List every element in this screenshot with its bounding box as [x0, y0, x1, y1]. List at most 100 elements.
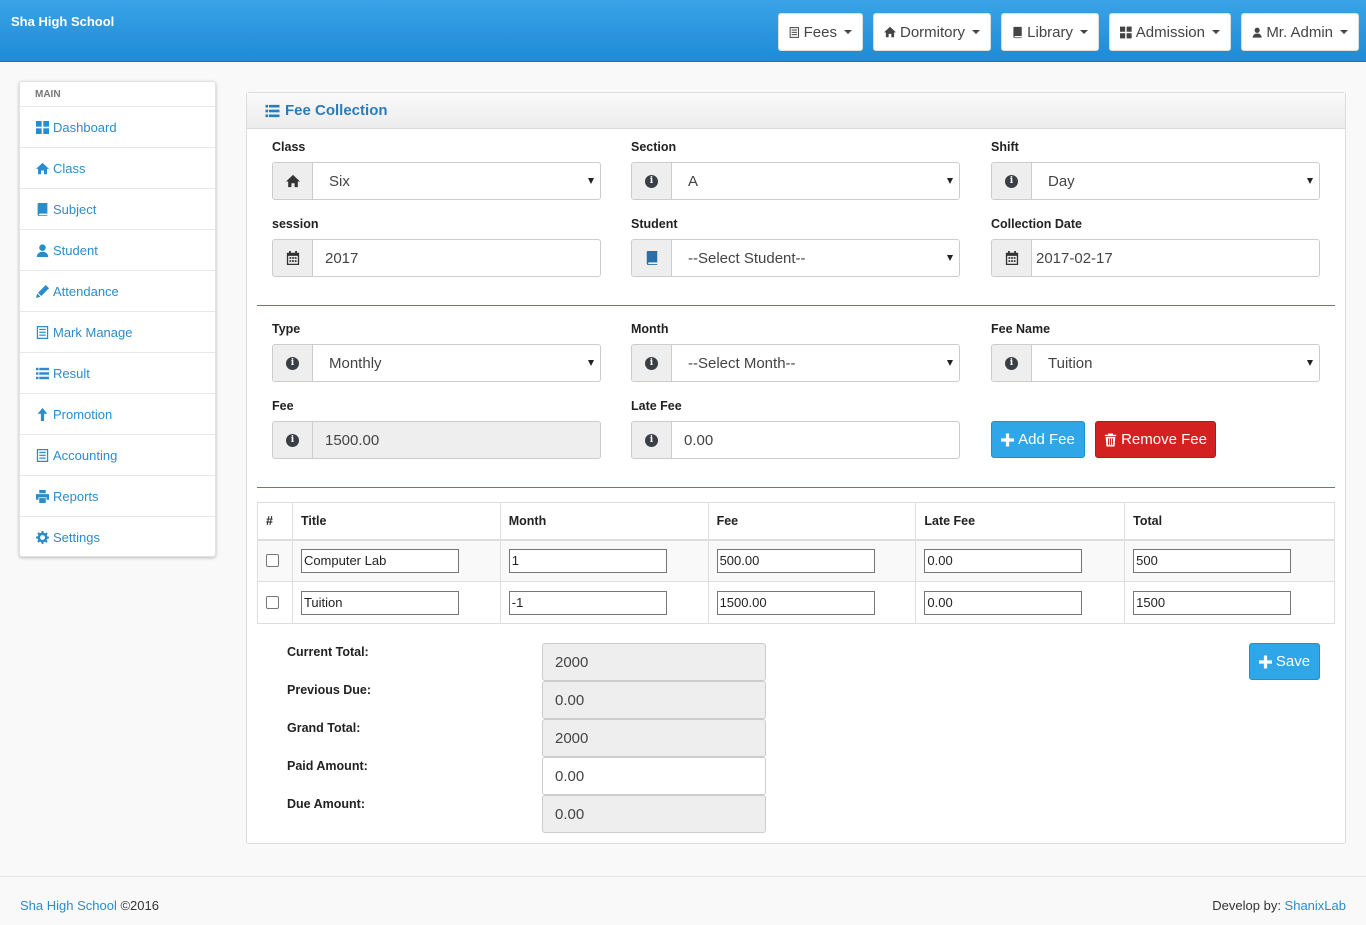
list-alt-icon [36, 326, 49, 339]
caret-down-icon [1212, 30, 1220, 34]
arrow-up-icon [36, 408, 49, 421]
current-total-field: 2000 [542, 643, 766, 681]
month-select[interactable]: i --Select Month-- [631, 344, 960, 382]
sidebar-item-promotion[interactable]: Promotion [20, 394, 215, 435]
section-select-value: A [672, 163, 959, 199]
collection-date-value: 2017-02-17 [1036, 249, 1113, 267]
class-select[interactable]: Six [272, 162, 601, 200]
section-select[interactable]: i A [631, 162, 960, 200]
fee-name-label: Fee Name [991, 322, 1051, 336]
sidebar-item-reports[interactable]: Reports [20, 476, 215, 517]
nav-user-button[interactable]: Mr. Admin [1241, 13, 1359, 51]
row-checkbox[interactable] [266, 596, 279, 609]
late-fee-input[interactable]: i 0.00 [631, 421, 960, 459]
sidebar-item-subject[interactable]: Subject [20, 189, 215, 230]
fee-name-select[interactable]: i Tuition [991, 344, 1320, 382]
print-icon [36, 490, 49, 503]
nav-dormitory-label: Dormitory [899, 23, 965, 41]
col-header: Title [291, 502, 501, 541]
footer-developer-link[interactable]: ShanixLab [1285, 898, 1346, 913]
sidebar-item-settings[interactable]: Settings [20, 517, 215, 558]
type-label: Type [272, 322, 301, 336]
col-header: # [257, 502, 293, 541]
session-input-value: 2017 [325, 249, 359, 267]
add-fee-button[interactable]: Add Fee [991, 421, 1085, 458]
row-month-input[interactable]: -1 [508, 590, 667, 615]
collection-date-input[interactable]: 2017-02-17 [991, 239, 1320, 277]
sidebar-item-dashboard[interactable]: Dashboard [20, 107, 215, 148]
home-icon [286, 174, 300, 188]
panel-heading: Fee Collection [247, 93, 1345, 129]
month-label: Month [631, 322, 669, 336]
paid-amount-input[interactable]: 0.00 [542, 757, 766, 795]
student-label: Student [631, 217, 678, 231]
due-amount-field: 0.00 [542, 795, 766, 833]
nav-library-button[interactable]: Library [1001, 13, 1099, 51]
sidebar-item-label: Student [53, 242, 98, 258]
remove-fee-button[interactable]: Remove Fee [1095, 421, 1216, 458]
type-select[interactable]: i Monthly [272, 344, 601, 382]
student-select[interactable]: --Select Student-- [631, 239, 960, 277]
divider [257, 487, 1335, 488]
save-button[interactable]: Save [1249, 643, 1320, 680]
row-total-input[interactable]: 1500 [1133, 590, 1292, 615]
pencil-icon [36, 285, 49, 298]
list-icon [36, 367, 49, 380]
month-select-value: --Select Month-- [672, 345, 959, 381]
info-icon: i [1005, 356, 1018, 370]
shift-select[interactable]: i Day [991, 162, 1320, 200]
row-late-fee-input[interactable]: 0.00 [924, 548, 1083, 573]
footer-school-link[interactable]: Sha High School [20, 898, 117, 913]
info-icon: i [645, 356, 658, 370]
row-title-input[interactable]: Computer Lab [300, 548, 459, 573]
calendar-icon [1005, 251, 1019, 265]
info-icon: i [645, 433, 658, 447]
sidebar-item-label: Mark Manage [53, 324, 133, 340]
row-fee-input[interactable]: 1500.00 [716, 590, 875, 615]
book-icon [36, 203, 49, 216]
col-header: Total [1124, 502, 1335, 541]
sidebar-item-mark-manage[interactable]: Mark Manage [20, 312, 215, 353]
nav-dormitory-button[interactable]: Dormitory [873, 13, 991, 51]
grand-total-field: 2000 [542, 719, 766, 757]
shift-select-value: Day [1032, 163, 1319, 199]
sidebar-item-attendance[interactable]: Attendance [20, 271, 215, 312]
row-late-fee-input[interactable]: 0.00 [924, 590, 1083, 615]
info-icon: i [645, 174, 658, 188]
sidebar-item-student[interactable]: Student [20, 230, 215, 271]
sidebar-item-label: Reports [53, 488, 99, 504]
home-icon [884, 25, 896, 39]
nav-admission-button[interactable]: Admission [1109, 13, 1231, 51]
row-month-input[interactable]: 1 [508, 548, 667, 573]
sidebar-item-result[interactable]: Result [20, 353, 215, 394]
row-title-input[interactable]: Tuition [300, 590, 459, 615]
row-total-input[interactable]: 500 [1133, 548, 1292, 573]
sidebar-heading: MAIN [20, 82, 215, 107]
brand-title[interactable]: Sha High School [11, 14, 114, 29]
row-checkbox[interactable] [266, 554, 279, 568]
nav-user-label: Mr. Admin [1266, 23, 1333, 41]
nav-fees-button[interactable]: Fees [778, 13, 863, 51]
footer-credit: Develop by: ShanixLab [1212, 898, 1346, 913]
sidebar-item-accounting[interactable]: Accounting [20, 435, 215, 476]
sidebar-item-label: Subject [53, 201, 97, 217]
user-icon [1252, 26, 1262, 39]
nav-library-label: Library [1027, 23, 1073, 41]
col-header: Month [499, 502, 709, 541]
fee-label: Fee [272, 399, 294, 413]
sidebar-item-class[interactable]: Class [20, 148, 215, 189]
row-fee-input[interactable]: 500.00 [716, 548, 875, 573]
plus-icon [1259, 655, 1272, 669]
collection-date-label: Collection Date [991, 217, 1082, 231]
late-fee-input-value: 0.00 [684, 431, 714, 449]
th-large-icon [36, 121, 49, 134]
previous-due-label: Previous Due: [287, 683, 372, 697]
session-input[interactable]: 2017 [272, 239, 601, 277]
previous-due-field: 0.00 [542, 681, 766, 719]
info-icon: i [1005, 174, 1018, 188]
paid-amount-label: Paid Amount: [287, 759, 368, 773]
class-select-value: Six [313, 163, 600, 199]
footer-year: ©2016 [116, 898, 159, 913]
trash-icon [1104, 433, 1117, 447]
fee-input: i 1500.00 [272, 421, 601, 459]
